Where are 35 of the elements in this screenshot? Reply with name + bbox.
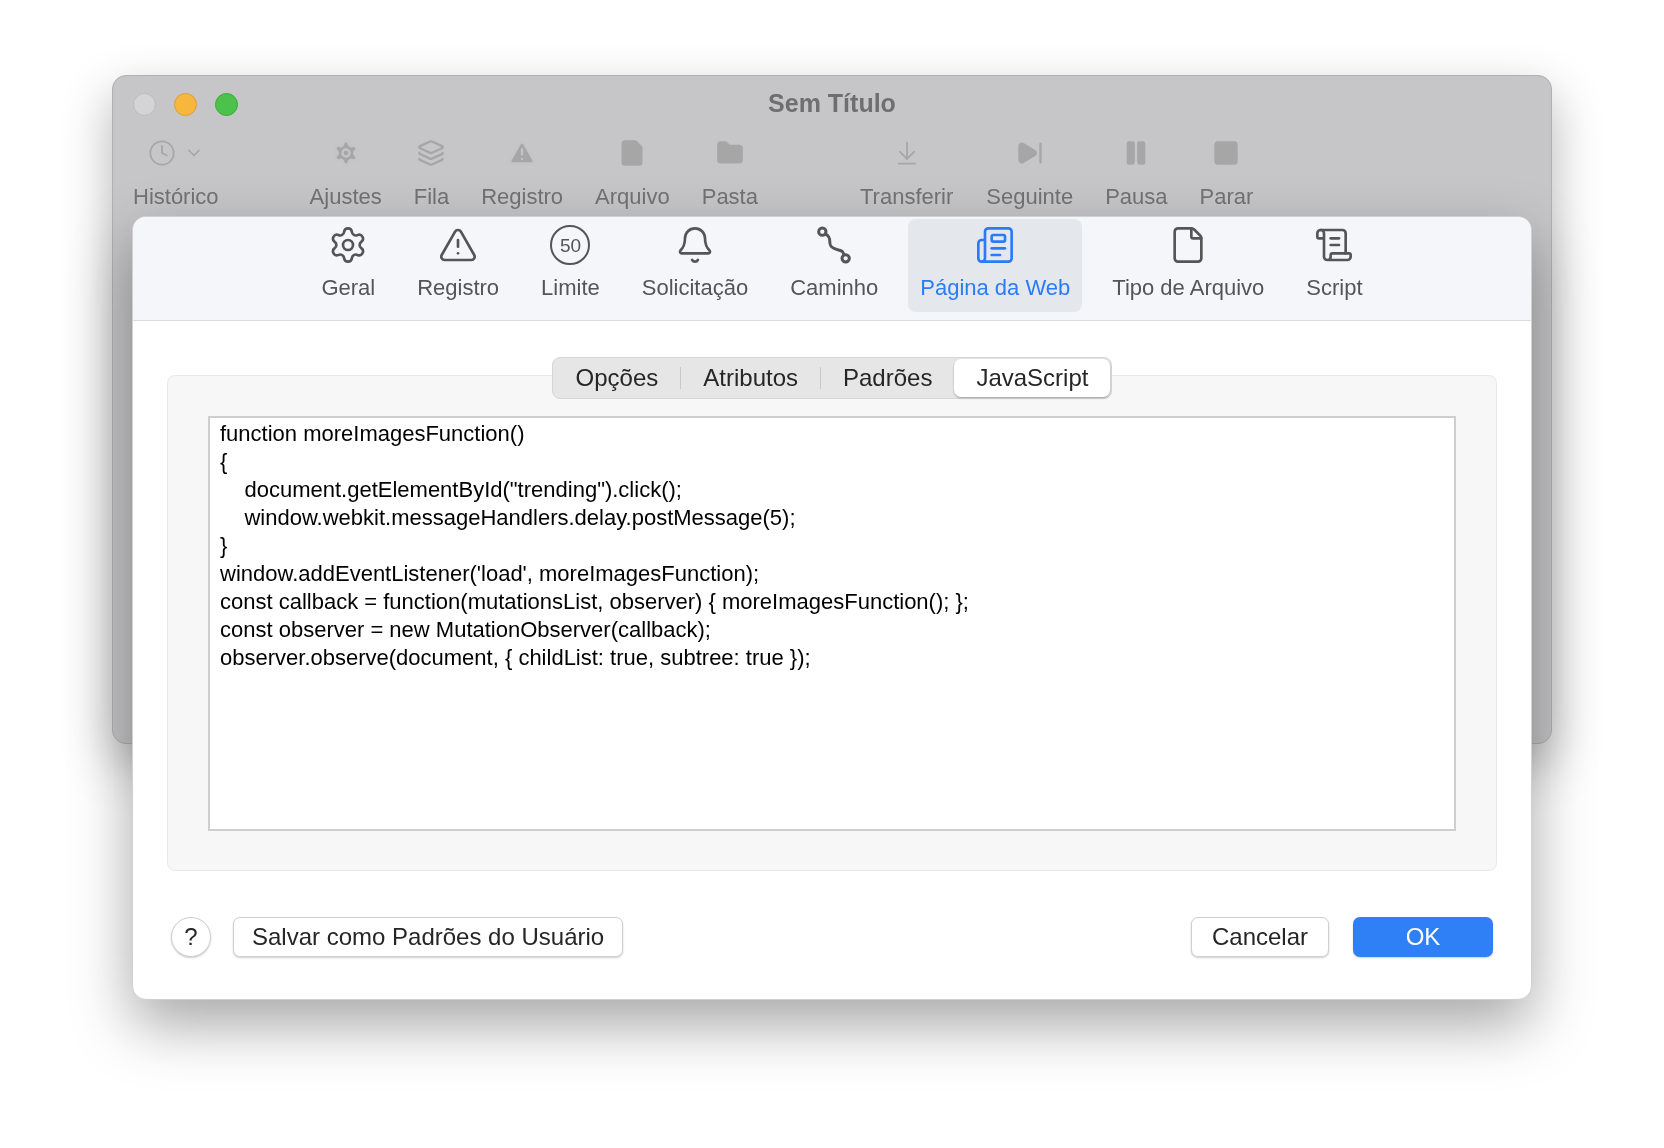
preference-pane-tab[interactable]: Solicitação [629,219,761,312]
segment-tab[interactable]: Opções [553,359,681,397]
zoom-window-button[interactable] [215,92,238,116]
folder-icon [715,139,744,167]
preference-pane-tab[interactable]: Tipo de Arquivo [1100,219,1277,312]
preference-pane-tab[interactable]: Script [1294,219,1375,312]
cancel-button[interactable]: Cancelar [1190,917,1329,957]
preference-pane-tab[interactable]: Caminho [778,219,891,312]
code-line: const callback = function(mutationsList, observer) { moreImagesFunction(); }; [220,588,969,616]
layers-icon [417,139,446,167]
code-line: window.webkit.messageHandlers.delay.postMessage(5); [243,504,796,532]
code-line: function moreImagesFunction() [220,420,525,448]
clock-icon [147,139,176,167]
segment-tab[interactable]: Atributos [681,359,820,397]
preference-pane-tab[interactable]: 50 Limite [529,219,612,312]
minimize-window-button[interactable] [174,92,197,116]
preference-pane-tab[interactable]: Geral [309,219,388,312]
code-line: } [220,532,228,560]
segment-tab[interactable]: JavaScript [954,359,1111,397]
code-line: { [220,448,228,476]
segment-tab[interactable]: Padrões [821,359,955,397]
save-defaults-button[interactable]: Salvar como Padrões do Usuário [233,917,624,957]
ok-button[interactable]: OK [1353,917,1493,957]
code-line: window.addEventListener('load', moreImagesFunction); [220,560,760,588]
code-line: document.getElementById("trending").click(); [243,476,682,504]
code-editor[interactable] [208,416,1456,831]
help-button[interactable]: ? [171,917,211,957]
window-title: Sem Título [768,88,896,120]
preference-pane-tab[interactable]: Registro [405,219,512,312]
stop-icon [1212,139,1241,167]
newspaper-icon [975,225,1016,265]
close-window-button[interactable] [133,92,156,116]
speed-limit-icon: 50 [550,225,591,265]
code-line: observer.observe(document, { childList: true, subtree: true }); [220,644,811,672]
code-line: const observer = new MutationObserver(callback); [220,616,711,644]
